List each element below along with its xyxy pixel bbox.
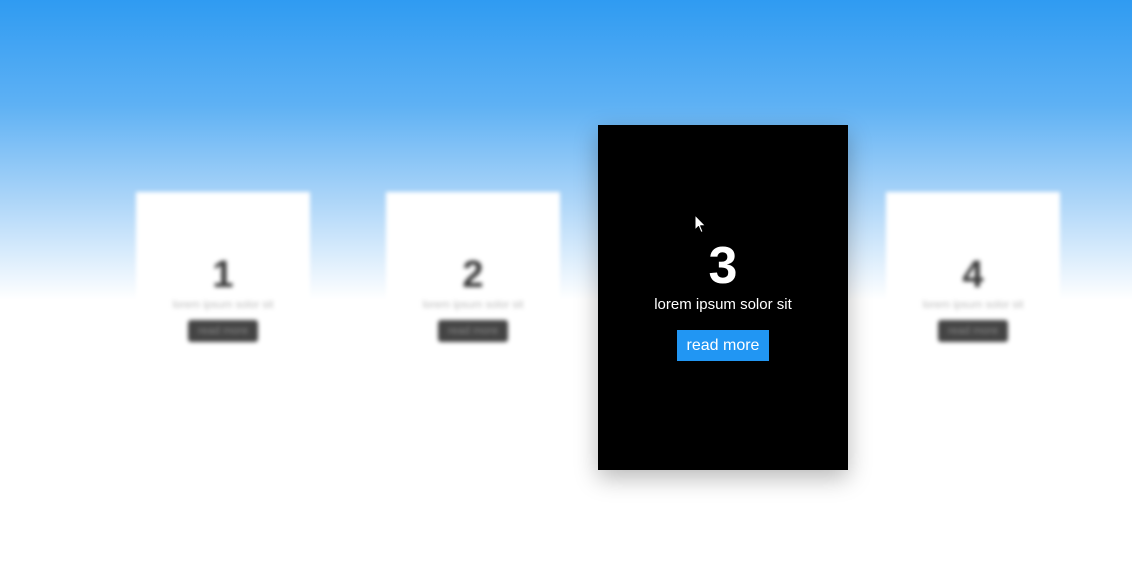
- card-4[interactable]: 4 lorem ipsum solor sit read more: [886, 192, 1060, 362]
- card-3-active[interactable]: 3 lorem ipsum solor sit read more: [598, 125, 848, 470]
- card-1[interactable]: 1 lorem ipsum solor sit read more: [136, 192, 310, 362]
- card-number: 3: [708, 237, 738, 295]
- card-text: lorem ipsum solor sit: [172, 299, 274, 311]
- arrow-cursor-icon: [694, 214, 706, 233]
- read-more-button[interactable]: read more: [438, 320, 508, 342]
- card-text: lorem ipsum solor sit: [422, 299, 524, 311]
- card-number: 2: [462, 254, 484, 296]
- card-text: lorem ipsum solor sit: [654, 296, 792, 313]
- card-number: 1: [212, 254, 234, 296]
- read-more-button[interactable]: read more: [188, 320, 258, 342]
- card-text: lorem ipsum solor sit: [922, 299, 1024, 311]
- read-more-button[interactable]: read more: [676, 330, 770, 361]
- card-2[interactable]: 2 lorem ipsum solor sit read more: [386, 192, 560, 362]
- read-more-button[interactable]: read more: [938, 320, 1008, 342]
- card-number: 4: [962, 254, 984, 296]
